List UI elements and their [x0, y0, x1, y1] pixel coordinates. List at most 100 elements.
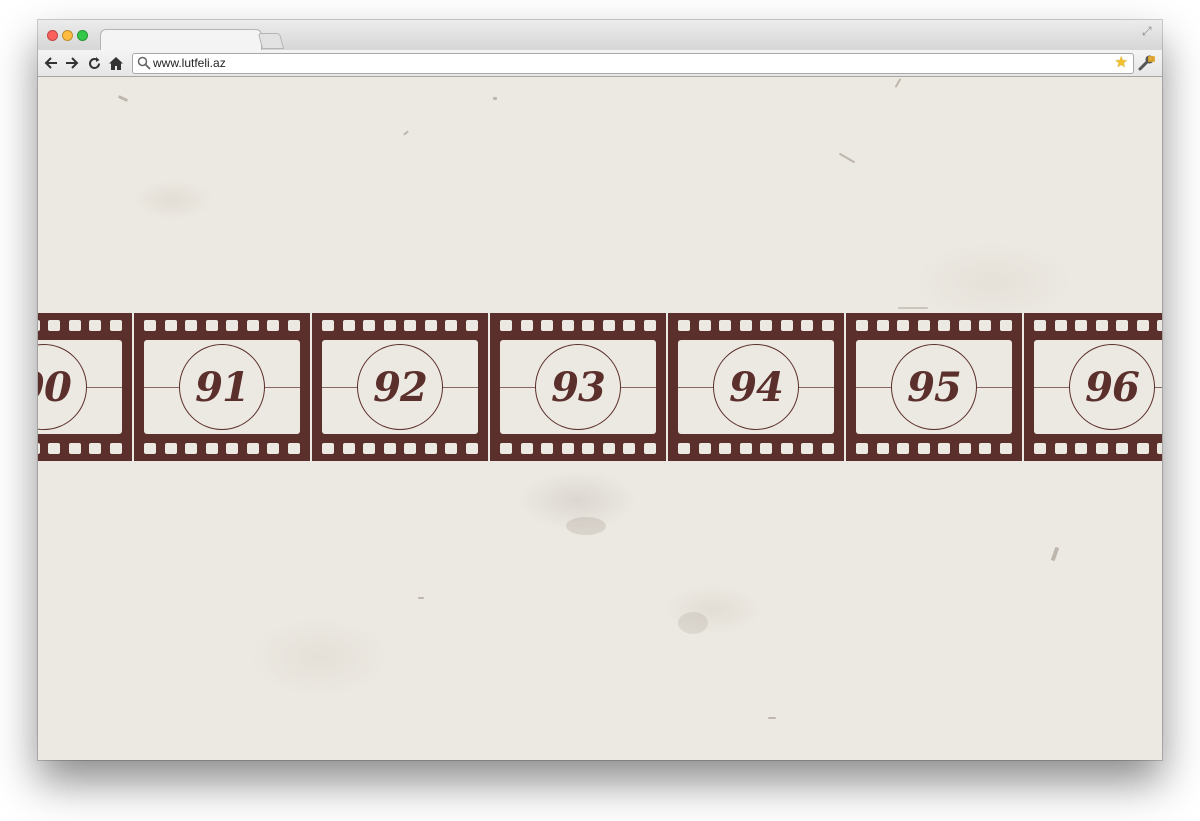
home-button[interactable] — [107, 54, 125, 72]
frame-number: 90 — [38, 363, 72, 411]
sprocket-hole — [287, 320, 300, 331]
browser-toolbar: www.lutfeli.az ★ — [38, 50, 1162, 77]
frame-screen: 90 — [38, 340, 122, 434]
sprocket-holes-bottom — [500, 443, 656, 454]
sprocket-hole — [876, 320, 889, 331]
sprocket-hole — [698, 320, 711, 331]
film-frame: 90 — [38, 313, 132, 461]
sprocket-hole — [698, 443, 711, 454]
sprocket-hole — [445, 320, 458, 331]
film-frame: 92 — [312, 313, 488, 461]
home-icon — [109, 56, 123, 70]
sprocket-hole — [404, 443, 417, 454]
frame-number: 94 — [729, 363, 784, 411]
sprocket-hole — [739, 320, 752, 331]
frame-number: 96 — [1085, 363, 1140, 411]
sprocket-hole — [322, 320, 334, 331]
film-strip: 90 91 92 93 94 95 96 — [38, 313, 1162, 461]
back-button[interactable] — [42, 54, 60, 72]
sprocket-hole — [164, 320, 177, 331]
countdown-circle: 93 — [535, 344, 621, 430]
sprocket-hole — [445, 443, 458, 454]
paper-speck — [403, 130, 409, 136]
forward-button[interactable] — [63, 54, 81, 72]
sprocket-hole — [897, 320, 910, 331]
film-frames: 90 91 92 93 94 95 96 — [38, 313, 1162, 461]
sprocket-hole — [226, 443, 239, 454]
film-frame: 95 — [846, 313, 1022, 461]
paper-speck — [768, 717, 776, 719]
sprocket-hole — [561, 443, 574, 454]
star-icon[interactable]: ★ — [1115, 54, 1128, 72]
sprocket-hole — [1116, 443, 1129, 454]
sprocket-hole — [424, 443, 437, 454]
film-frame: 91 — [134, 313, 310, 461]
countdown-circle: 95 — [891, 344, 977, 430]
frame-screen: 95 — [856, 340, 1012, 434]
minimize-window-button[interactable] — [62, 30, 73, 41]
frame-screen: 92 — [322, 340, 478, 434]
frame-number: 93 — [551, 363, 606, 411]
sprocket-hole — [185, 320, 198, 331]
wrench-icon[interactable] — [1138, 54, 1156, 72]
sprocket-hole — [897, 443, 910, 454]
frame-screen: 94 — [678, 340, 834, 434]
sprocket-hole — [205, 443, 218, 454]
sprocket-hole — [1075, 443, 1088, 454]
sprocket-hole — [582, 443, 595, 454]
sprocket-hole — [1034, 443, 1046, 454]
sprocket-hole — [144, 320, 156, 331]
browser-window: ⤢ www.lutfeli.az ★ 0 91 92 93 94 95 96 — [38, 20, 1162, 760]
sprocket-hole — [856, 320, 868, 331]
sprocket-hole — [404, 320, 417, 331]
paper-speck — [117, 95, 129, 102]
browser-tab[interactable] — [100, 29, 262, 52]
sprocket-hole — [68, 320, 81, 331]
sprocket-hole — [1095, 320, 1108, 331]
frame-screen: 93 — [500, 340, 656, 434]
sprocket-hole — [760, 443, 773, 454]
sprocket-hole — [424, 320, 437, 331]
fullscreen-icon[interactable]: ⤢ — [1142, 24, 1156, 38]
maximize-window-button[interactable] — [77, 30, 88, 41]
sprocket-holes-bottom — [1034, 443, 1162, 454]
film-frame: 94 — [668, 313, 844, 461]
reload-button[interactable] — [85, 54, 103, 72]
sprocket-hole — [876, 443, 889, 454]
sprocket-hole — [678, 443, 690, 454]
address-bar[interactable]: www.lutfeli.az ★ — [132, 53, 1134, 74]
frame-number: 95 — [907, 363, 962, 411]
sprocket-holes-bottom — [38, 443, 122, 454]
sprocket-hole — [821, 320, 834, 331]
sprocket-hole — [582, 320, 595, 331]
sprocket-hole — [267, 320, 280, 331]
sprocket-hole — [383, 320, 396, 331]
close-window-button[interactable] — [47, 30, 58, 41]
sprocket-hole — [1075, 320, 1088, 331]
sprocket-hole — [739, 443, 752, 454]
paper-speck — [678, 612, 708, 634]
sprocket-hole — [541, 443, 554, 454]
arrow-right-icon — [66, 57, 79, 69]
countdown-circle: 94 — [713, 344, 799, 430]
sprocket-hole — [979, 443, 992, 454]
sprocket-hole — [999, 443, 1012, 454]
sprocket-hole — [500, 443, 512, 454]
sprocket-hole — [89, 320, 102, 331]
frame-screen: 96 — [1034, 340, 1162, 434]
sprocket-holes-top — [144, 320, 300, 331]
sprocket-hole — [363, 320, 376, 331]
sprocket-hole — [48, 443, 61, 454]
sprocket-holes-bottom — [144, 443, 300, 454]
sprocket-hole — [520, 443, 533, 454]
sprocket-hole — [1136, 443, 1149, 454]
sprocket-hole — [500, 320, 512, 331]
sprocket-hole — [205, 320, 218, 331]
sprocket-hole — [678, 320, 690, 331]
new-tab-button[interactable] — [257, 33, 285, 49]
sprocket-hole — [164, 443, 177, 454]
sprocket-holes-top — [856, 320, 1012, 331]
countdown-circle: 91 — [179, 344, 265, 430]
paper-speck — [418, 597, 424, 599]
sprocket-hole — [821, 443, 834, 454]
